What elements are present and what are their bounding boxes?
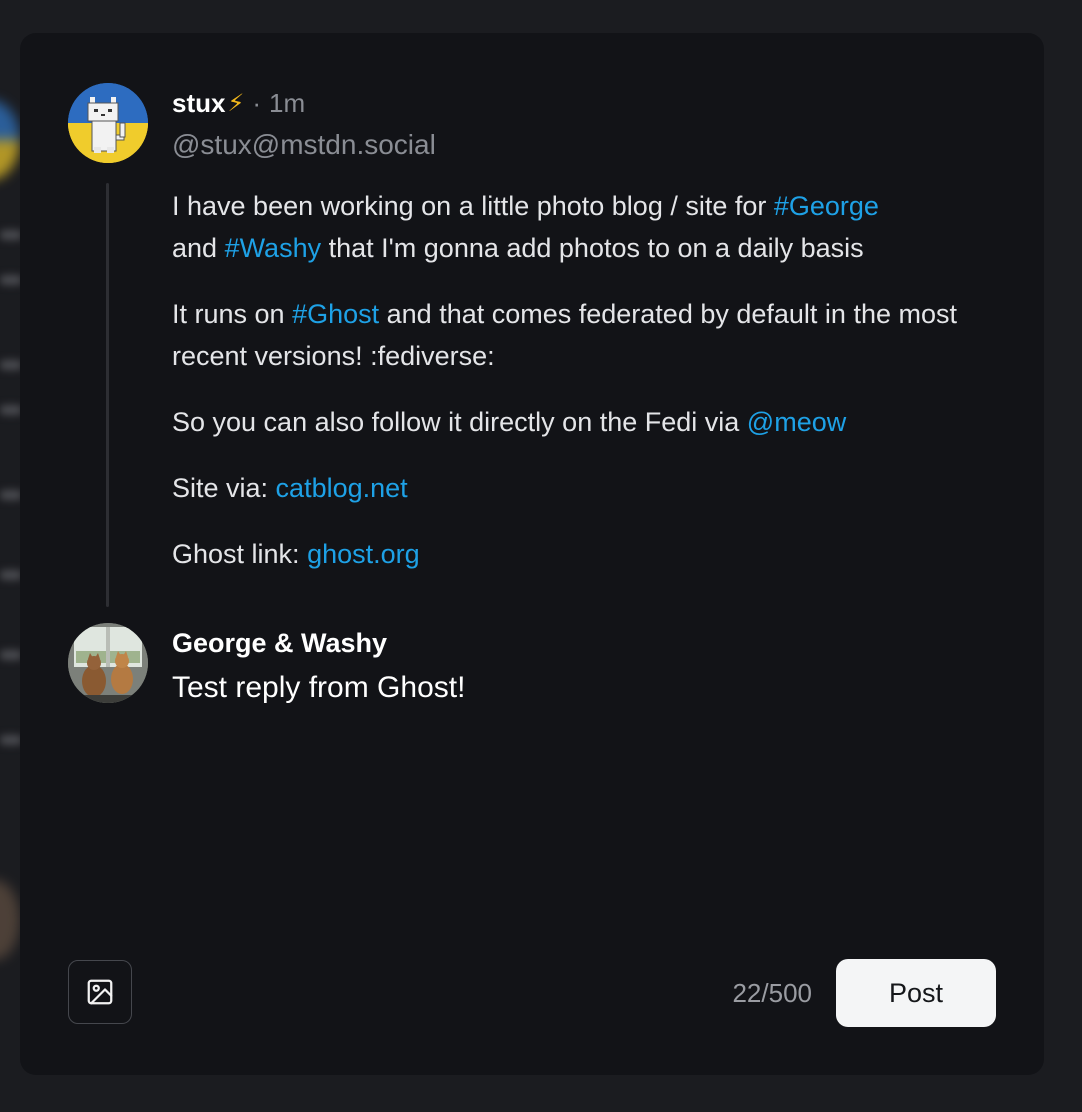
background-text bbox=[0, 490, 22, 500]
post-time[interactable]: 1m bbox=[269, 88, 305, 119]
hashtag-link[interactable]: #George bbox=[774, 191, 879, 221]
separator: · bbox=[252, 87, 261, 118]
avatar[interactable] bbox=[68, 83, 148, 163]
background-text bbox=[0, 405, 22, 415]
hashtag-link[interactable]: #Ghost bbox=[292, 299, 379, 329]
background-text bbox=[0, 230, 22, 240]
text: that I'm gonna add photos to on a daily … bbox=[321, 233, 864, 263]
character-count: 22/500 bbox=[732, 978, 812, 1008]
mention-link[interactable]: @meow bbox=[747, 407, 846, 437]
text: It runs on bbox=[172, 299, 293, 329]
reply-modal: stux ⚡ · 1m @stux@mstdn.social I have be… bbox=[20, 33, 1044, 1075]
post-paragraph: Site via: catblog.net bbox=[172, 467, 972, 509]
reply-body: George & Washy Test reply from Ghost! bbox=[172, 623, 972, 711]
text: Site via: bbox=[172, 473, 276, 503]
author-name[interactable]: stux bbox=[172, 88, 225, 119]
post-paragraph: I have been working on a little photo bl… bbox=[172, 185, 972, 269]
author-row: stux ⚡ · 1m bbox=[172, 83, 972, 123]
hashtag-link[interactable]: #Washy bbox=[225, 233, 322, 263]
post-paragraph: Ghost link: ghost.org bbox=[172, 533, 972, 575]
lightning-icon: ⚡ bbox=[227, 89, 245, 117]
post-button[interactable]: Post bbox=[836, 959, 996, 1027]
site-link[interactable]: catblog.net bbox=[276, 473, 408, 503]
background-text bbox=[0, 275, 22, 285]
reply-textarea[interactable]: Test reply from Ghost! bbox=[172, 665, 972, 711]
ghost-link[interactable]: ghost.org bbox=[307, 539, 420, 569]
avatar bbox=[68, 623, 148, 703]
post-body: stux ⚡ · 1m @stux@mstdn.social I have be… bbox=[172, 83, 972, 599]
background-text bbox=[0, 650, 22, 660]
text: So you can also follow it directly on th… bbox=[172, 407, 747, 437]
add-image-button[interactable] bbox=[68, 960, 132, 1024]
background-text bbox=[0, 360, 22, 370]
post-content: I have been working on a little photo bl… bbox=[172, 185, 972, 575]
pixel-cat-avatar-icon bbox=[68, 83, 148, 163]
thread-line bbox=[106, 183, 109, 607]
text: and bbox=[172, 233, 225, 263]
background-avatar bbox=[0, 880, 20, 960]
text: Ghost link: bbox=[172, 539, 308, 569]
background-avatar bbox=[0, 100, 20, 180]
cats-photo-avatar-icon bbox=[68, 623, 148, 703]
post-paragraph: So you can also follow it directly on th… bbox=[172, 401, 972, 443]
background-text bbox=[0, 735, 22, 745]
text: I have been working on a little photo bl… bbox=[172, 191, 774, 221]
image-icon bbox=[87, 979, 113, 1005]
author-handle[interactable]: @stux@mstdn.social bbox=[172, 125, 972, 165]
background-text bbox=[0, 570, 22, 580]
reply-author-name: George & Washy bbox=[172, 628, 388, 658]
post-paragraph: It runs on #Ghost and that comes federat… bbox=[172, 293, 972, 377]
